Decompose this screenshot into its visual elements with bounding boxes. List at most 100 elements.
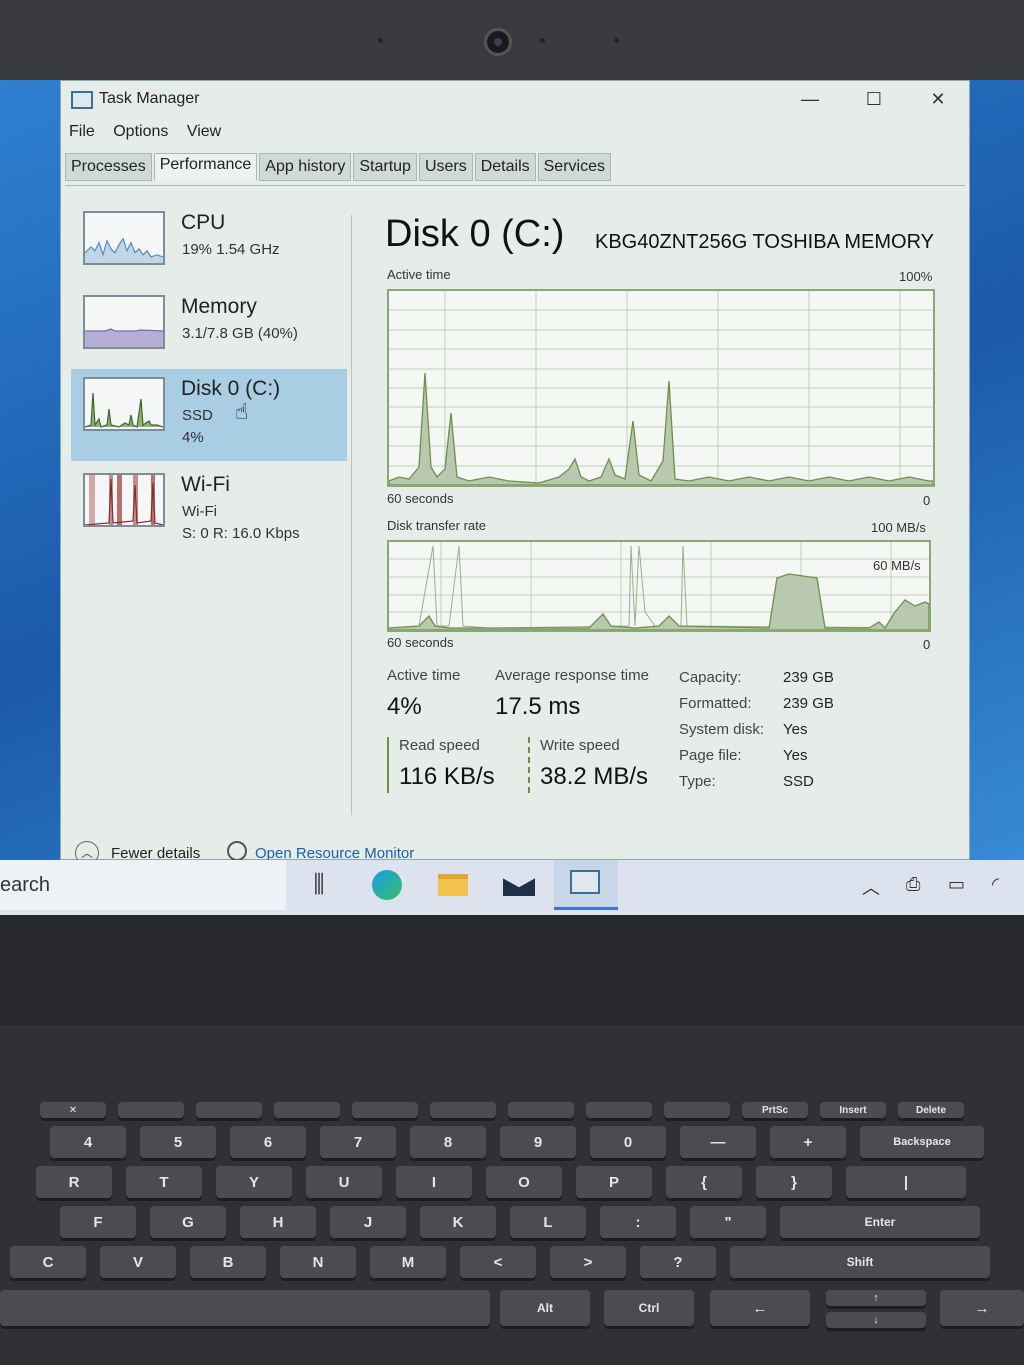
key-arrow-down[interactable]: ↓ [826, 1312, 926, 1328]
key-y[interactable]: Y [216, 1166, 292, 1198]
key-f1[interactable]: ✕ [40, 1102, 106, 1118]
key-bracket-left[interactable]: { [666, 1166, 742, 1198]
key-enter[interactable]: Enter [780, 1206, 980, 1238]
task-manager-icon [71, 91, 93, 109]
close-button[interactable]: ✕ [923, 89, 953, 110]
edge-icon[interactable] [370, 870, 404, 900]
memory-thumbnail-graph [83, 295, 165, 349]
key-bracket-right[interactable]: } [756, 1166, 832, 1198]
read-speed-marker [387, 737, 389, 793]
key-arrow-left[interactable]: ← [710, 1290, 810, 1326]
key-quote[interactable]: " [690, 1206, 766, 1238]
menu-view[interactable]: View [187, 123, 221, 140]
sidebar-item-title: Memory [181, 295, 257, 318]
window-title: Task Manager [99, 90, 200, 107]
key-arrow-up[interactable]: ↑ [826, 1290, 926, 1306]
capacity-value: 239 GB [783, 669, 834, 686]
battery-icon[interactable]: ▭ [948, 874, 965, 895]
key-0[interactable]: 0 [590, 1126, 666, 1158]
minimize-button[interactable]: — [795, 89, 825, 110]
key-v[interactable]: V [100, 1246, 176, 1278]
key-comma[interactable]: < [460, 1246, 536, 1278]
sensor-dot [614, 38, 619, 43]
key-u[interactable]: U [306, 1166, 382, 1198]
type-value: SSD [783, 773, 814, 790]
key-c[interactable]: C [10, 1246, 86, 1278]
taskbar-task-manager-button[interactable] [554, 860, 618, 910]
sidebar-item-memory[interactable]: Memory 3.1/7.8 GB (40%) [71, 287, 347, 379]
sidebar-item-cpu[interactable]: CPU 19% 1.54 GHz [71, 203, 347, 295]
menu-options[interactable]: Options [113, 123, 168, 140]
tab-startup[interactable]: Startup [353, 153, 417, 181]
key-f7[interactable] [508, 1102, 574, 1118]
key-4[interactable]: 4 [50, 1126, 126, 1158]
key-g[interactable]: G [150, 1206, 226, 1238]
title-bar[interactable]: Task Manager — ☐ ✕ [61, 81, 969, 121]
key-period[interactable]: > [550, 1246, 626, 1278]
key-backspace[interactable]: Backspace [860, 1126, 984, 1158]
key-t[interactable]: T [126, 1166, 202, 1198]
key-arrow-right[interactable]: → [940, 1290, 1024, 1326]
maximize-button[interactable]: ☐ [859, 89, 889, 110]
key-8[interactable]: 8 [410, 1126, 486, 1158]
key-insert[interactable]: Insert [820, 1102, 886, 1118]
key-f6[interactable] [430, 1102, 496, 1118]
key-9[interactable]: 9 [500, 1126, 576, 1158]
key-f[interactable]: F [60, 1206, 136, 1238]
tab-services[interactable]: Services [537, 153, 611, 181]
key-p[interactable]: P [576, 1166, 652, 1198]
key-j[interactable]: J [330, 1206, 406, 1238]
key-f8[interactable] [586, 1102, 652, 1118]
key-k[interactable]: K [420, 1206, 496, 1238]
sidebar-item-wifi[interactable]: Wi-Fi Wi-Fi S: 0 R: 16.0 Kbps [71, 465, 347, 557]
write-speed-marker [528, 737, 530, 793]
key-f5[interactable] [352, 1102, 418, 1118]
key-f4[interactable] [274, 1102, 340, 1118]
key-l[interactable]: L [510, 1206, 586, 1238]
key-f9[interactable] [664, 1102, 730, 1118]
key-7[interactable]: 7 [320, 1126, 396, 1158]
key-ctrl-right[interactable]: Ctrl [604, 1290, 694, 1326]
key-semicolon[interactable]: : [600, 1206, 676, 1238]
key-o[interactable]: O [486, 1166, 562, 1198]
wifi-icon[interactable]: ◜ [992, 874, 999, 895]
menu-file[interactable]: File [69, 123, 95, 140]
key-f3[interactable] [196, 1102, 262, 1118]
task-view-icon[interactable]: ⫼ [302, 870, 336, 900]
tab-app-history[interactable]: App history [259, 153, 352, 181]
tab-processes[interactable]: Processes [65, 153, 152, 181]
key-b[interactable]: B [190, 1246, 266, 1278]
sidebar-item-disk[interactable]: Disk 0 (C:) SSD 4% ☝ [71, 369, 347, 461]
key-f2[interactable] [118, 1102, 184, 1118]
meet-now-icon[interactable]: ⎙ [906, 874, 920, 895]
file-explorer-icon[interactable] [436, 870, 470, 900]
key-5[interactable]: 5 [140, 1126, 216, 1158]
active-time-graph-xlabel: 60 seconds [387, 491, 454, 506]
wifi-thumbnail-graph [83, 473, 165, 527]
key-m[interactable]: M [370, 1246, 446, 1278]
tab-performance[interactable]: Performance [153, 153, 258, 181]
key-6[interactable]: 6 [230, 1126, 306, 1158]
key-h[interactable]: H [240, 1206, 316, 1238]
key-i[interactable]: I [396, 1166, 472, 1198]
key-delete[interactable]: Delete [898, 1102, 964, 1118]
key-space[interactable] [0, 1290, 490, 1326]
search-box[interactable]: earch [0, 860, 286, 910]
resource-monitor-icon [227, 841, 247, 861]
tab-users[interactable]: Users [418, 153, 473, 181]
key-r[interactable]: R [36, 1166, 112, 1198]
key-plus[interactable]: + [770, 1126, 846, 1158]
key-minus[interactable]: — [680, 1126, 756, 1158]
search-placeholder: earch [0, 874, 51, 896]
key-prtsc[interactable]: PrtSc [742, 1102, 808, 1118]
key-slash[interactable]: ? [640, 1246, 716, 1278]
key-backslash[interactable]: | [846, 1166, 966, 1198]
mail-icon[interactable] [502, 870, 536, 900]
active-time-graph-label: Active time [387, 267, 451, 282]
write-speed-label: Write speed [540, 737, 620, 754]
key-shift-right[interactable]: Shift [730, 1246, 990, 1278]
tab-details[interactable]: Details [474, 153, 536, 181]
chevron-up-icon[interactable]: ︿ [862, 874, 880, 900]
key-alt-right[interactable]: Alt [500, 1290, 590, 1326]
key-n[interactable]: N [280, 1246, 356, 1278]
